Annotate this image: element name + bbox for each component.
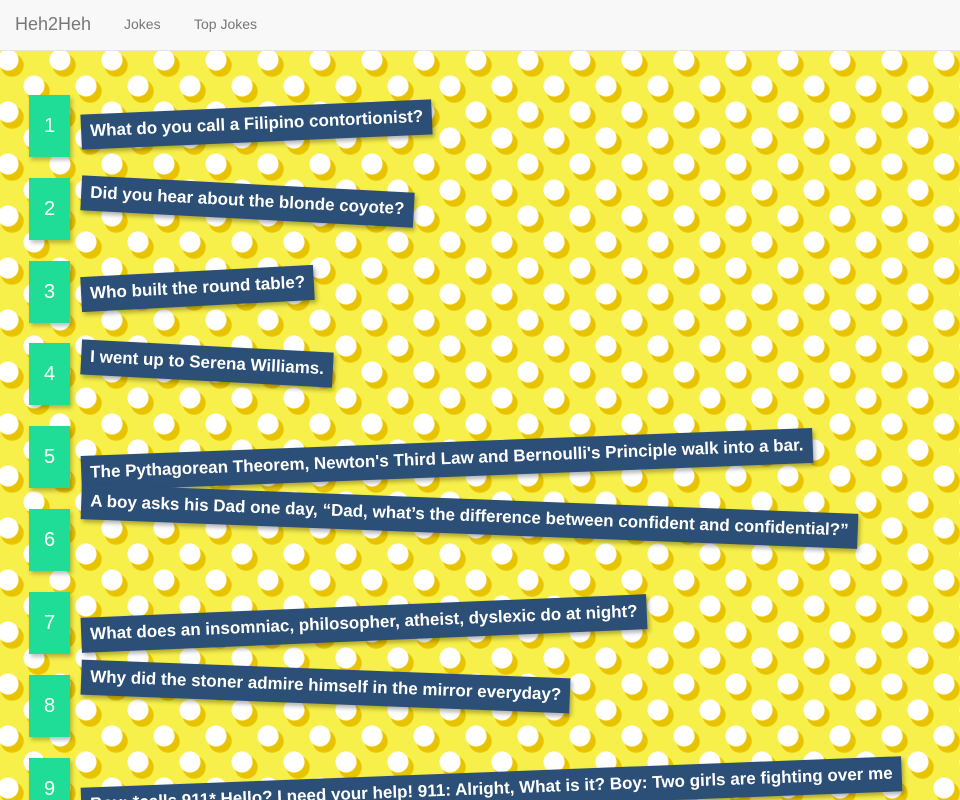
joke-question[interactable]: What do you call a Filipino contortionis… (80, 99, 433, 150)
joke-row: 4 I went up to Serena Williams. (29, 339, 960, 407)
nav-link-top-jokes[interactable]: Top Jokes (194, 16, 257, 32)
rank-badge: 2 (29, 178, 70, 240)
joke-question[interactable]: A boy asks his Dad one day, “Dad, what’s… (80, 484, 859, 549)
rank-badge: 5 (29, 426, 70, 488)
navbar: Heh2Heh Jokes Top Jokes (0, 0, 960, 51)
nav-link-jokes[interactable]: Jokes (124, 16, 161, 32)
rank-badge: 9 (29, 758, 70, 800)
joke-row: 7 What does an insomniac, philosopher, a… (29, 592, 960, 656)
rank-badge: 8 (29, 675, 70, 737)
joke-question[interactable]: What does an insomniac, philosopher, ath… (80, 594, 648, 653)
rank-badge: 6 (29, 509, 70, 571)
joke-row: 1 What do you call a Filipino contortion… (29, 95, 960, 159)
joke-list: 1 What do you call a Filipino contortion… (0, 51, 960, 800)
joke-row: 3 Who built the round table? (29, 261, 960, 325)
joke-question[interactable]: Who built the round table? (80, 264, 316, 313)
joke-question[interactable]: Why did the stoner admire himself in the… (80, 659, 571, 714)
joke-row: 8 Why did the stoner admire himself in t… (29, 659, 960, 739)
joke-question[interactable]: Boy: *calls 911* Hello? I need your help… (80, 756, 903, 800)
joke-row: 5 The Pythagorean Theorem, Newton's Thir… (29, 426, 960, 492)
rank-badge: 7 (29, 592, 70, 654)
joke-question[interactable]: Did you hear about the blonde coyote? (80, 175, 415, 228)
joke-question[interactable]: I went up to Serena Williams. (80, 339, 334, 388)
joke-row: 6 A boy asks his Dad one day, “Dad, what… (29, 484, 960, 573)
brand-logo[interactable]: Heh2Heh (15, 14, 91, 35)
rank-badge: 4 (29, 343, 70, 405)
rank-badge: 3 (29, 261, 70, 323)
joke-row: 2 Did you hear about the blonde coyote? (29, 175, 960, 242)
joke-row: 9 Boy: *calls 911* Hello? I need your he… (29, 756, 960, 800)
rank-badge: 1 (29, 95, 70, 157)
joke-question[interactable]: The Pythagorean Theorem, Newton's Third … (80, 427, 814, 492)
